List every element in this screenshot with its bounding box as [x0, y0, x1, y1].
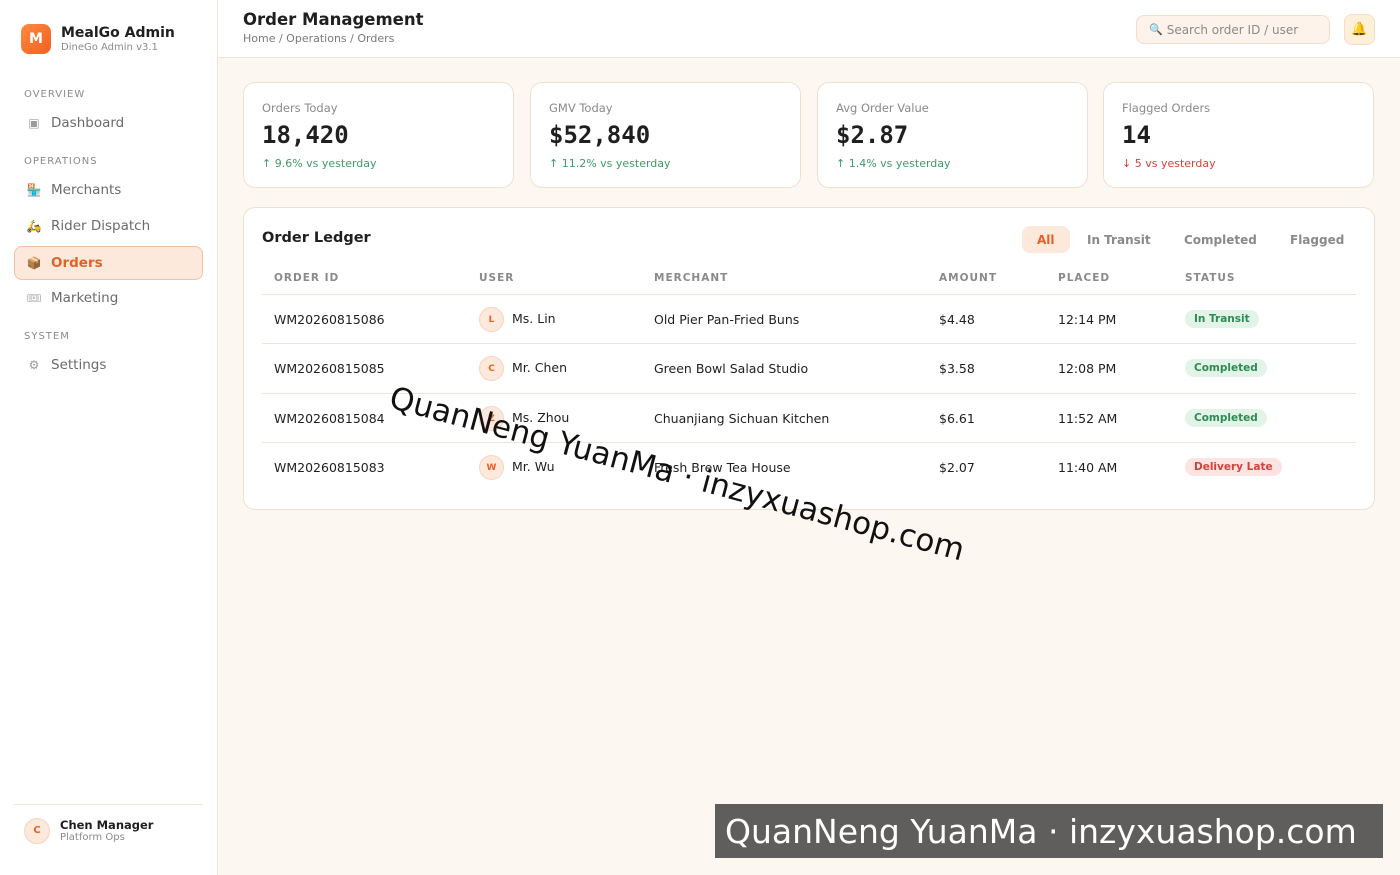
order-id: WM20260815084	[274, 411, 385, 426]
kpi-delta: ↑ 1.4% vs yesterday	[836, 157, 951, 170]
status-badge: In Transit	[1185, 310, 1259, 328]
order-id: WM20260815085	[274, 361, 385, 376]
sidebar-item-label: Dashboard	[51, 115, 125, 131]
kpi-label: GMV Today	[549, 101, 613, 115]
dashboard-icon: ▣	[28, 116, 40, 130]
filter-tab-in-transit[interactable]: In Transit	[1072, 226, 1166, 253]
nav-section-overview: OVERVIEW	[24, 89, 86, 100]
order-id: WM20260815086	[274, 312, 385, 327]
bell-icon: 🔔	[1351, 22, 1368, 37]
status-badge: Delivery Late	[1185, 458, 1282, 476]
order-amount: $3.58	[939, 361, 975, 376]
column-header-order-id: ORDER ID	[274, 272, 340, 284]
kpi-value: 14	[1122, 121, 1151, 149]
status-badge: Completed	[1185, 409, 1267, 427]
nav-section-operations: OPERATIONS	[24, 156, 98, 167]
column-header-user: USER	[479, 272, 515, 284]
breadcrumb: Home / Operations / Orders	[243, 32, 395, 45]
filter-tab-completed[interactable]: Completed	[1169, 226, 1272, 253]
ticket-icon: 🎟	[26, 291, 42, 305]
kpi-card-gmv-today: GMV Today $52,840 ↑ 11.2% vs yesterday	[530, 82, 801, 188]
kpi-label: Flagged Orders	[1122, 101, 1211, 115]
kpi-delta: ↑ 11.2% vs yesterday	[549, 157, 671, 170]
search-input[interactable]	[1166, 22, 1317, 37]
current-user[interactable]: C Chen Manager Platform Ops	[14, 804, 203, 856]
status-badge: Completed	[1185, 359, 1267, 377]
search-box[interactable]: 🔍	[1136, 15, 1330, 44]
sidebar-item-rider-dispatch[interactable]: 🛵 Rider Dispatch	[14, 209, 203, 243]
merchant-name: Chuanjiang Sichuan Kitchen	[654, 411, 830, 426]
kpi-card-orders-today: Orders Today 18,420 ↑ 9.6% vs yesterday	[243, 82, 514, 188]
scooter-icon: 🛵	[26, 219, 42, 233]
table-row[interactable]: WM20260815085 C Mr. Chen Green Bowl Sala…	[262, 343, 1356, 392]
user-role: Platform Ops	[60, 831, 125, 843]
brand-name: MealGo Admin	[61, 25, 175, 41]
kpi-value: $52,840	[549, 121, 651, 149]
user-name: Mr. Wu	[512, 459, 555, 474]
nav-section-system: SYSTEM	[24, 331, 70, 342]
sidebar-item-orders[interactable]: 📦 Orders	[14, 246, 203, 280]
table-row[interactable]: WM20260815083 W Mr. Wu Fresh Brew Tea Ho…	[262, 442, 1356, 491]
sidebar: M MealGo Admin DineGo Admin v3.1 OVERVIE…	[0, 0, 218, 875]
user-name: Chen Manager	[60, 817, 154, 832]
sidebar-item-label: Marketing	[51, 290, 119, 306]
kpi-delta: ↓ 5 vs yesterday	[1122, 157, 1216, 170]
search-icon: 🔍	[1149, 23, 1163, 36]
order-time: 11:52 AM	[1058, 411, 1118, 426]
brand-logo: M	[21, 24, 51, 54]
order-time: 12:14 PM	[1058, 312, 1117, 327]
column-header-placed: PLACED	[1058, 272, 1111, 284]
sidebar-item-merchants[interactable]: 🏪 Merchants	[14, 173, 203, 207]
brand[interactable]: M MealGo Admin DineGo Admin v3.1	[21, 24, 175, 54]
sidebar-item-settings[interactable]: ⚙ Settings	[14, 348, 203, 382]
table-row[interactable]: WM20260815086 L Ms. Lin Old Pier Pan-Fri…	[262, 294, 1356, 343]
page-title: Order Management	[243, 10, 424, 29]
order-amount: $2.07	[939, 460, 975, 475]
merchant-name: Old Pier Pan-Fried Buns	[654, 312, 800, 327]
package-icon: 📦	[26, 256, 42, 270]
column-header-status: STATUS	[1185, 272, 1236, 284]
avatar: W	[479, 455, 504, 480]
store-icon: 🏪	[26, 183, 42, 197]
filter-tab-flagged[interactable]: Flagged	[1275, 226, 1359, 253]
order-time: 11:40 AM	[1058, 460, 1118, 475]
topbar: Order Management Home / Operations / Ord…	[218, 0, 1400, 58]
order-ledger: Order Ledger All In Transit Completed Fl…	[243, 207, 1375, 510]
avatar: C	[24, 817, 50, 844]
filter-tab-all[interactable]: All	[1022, 226, 1070, 253]
ledger-title: Order Ledger	[262, 230, 371, 246]
notifications-button[interactable]: 🔔	[1344, 14, 1375, 45]
order-id: WM20260815083	[274, 460, 385, 475]
merchant-name: Green Bowl Salad Studio	[654, 361, 809, 376]
user-name: Ms. Lin	[512, 311, 556, 326]
kpi-value: $2.87	[836, 121, 909, 149]
column-header-merchant: MERCHANT	[654, 272, 729, 284]
sidebar-item-label: Orders	[51, 255, 103, 271]
user-name: Mr. Chen	[512, 360, 567, 375]
kpi-value: 18,420	[262, 121, 349, 149]
kpi-label: Orders Today	[262, 101, 338, 115]
sidebar-item-label: Settings	[51, 357, 107, 373]
order-amount: $4.48	[939, 312, 975, 327]
order-amount: $6.61	[939, 411, 975, 426]
gear-icon: ⚙	[28, 358, 40, 372]
sidebar-item-label: Merchants	[51, 182, 122, 198]
kpi-card-avg-order-value: Avg Order Value $2.87 ↑ 1.4% vs yesterda…	[817, 82, 1088, 188]
order-time: 12:08 PM	[1058, 361, 1117, 376]
kpi-label: Avg Order Value	[836, 101, 929, 115]
sidebar-item-label: Rider Dispatch	[51, 218, 151, 234]
avatar: C	[479, 356, 504, 381]
kpi-card-flagged-orders: Flagged Orders 14 ↓ 5 vs yesterday	[1103, 82, 1374, 188]
sidebar-item-dashboard[interactable]: ▣ Dashboard	[14, 106, 203, 140]
sidebar-item-marketing[interactable]: 🎟 Marketing	[14, 281, 203, 315]
column-header-amount: AMOUNT	[939, 272, 997, 284]
brand-version: DineGo Admin v3.1	[61, 42, 158, 53]
watermark-banner: QuanNeng YuanMa · inzyxuashop.com	[715, 804, 1383, 858]
avatar: L	[479, 307, 504, 332]
kpi-delta: ↑ 9.6% vs yesterday	[262, 157, 377, 170]
